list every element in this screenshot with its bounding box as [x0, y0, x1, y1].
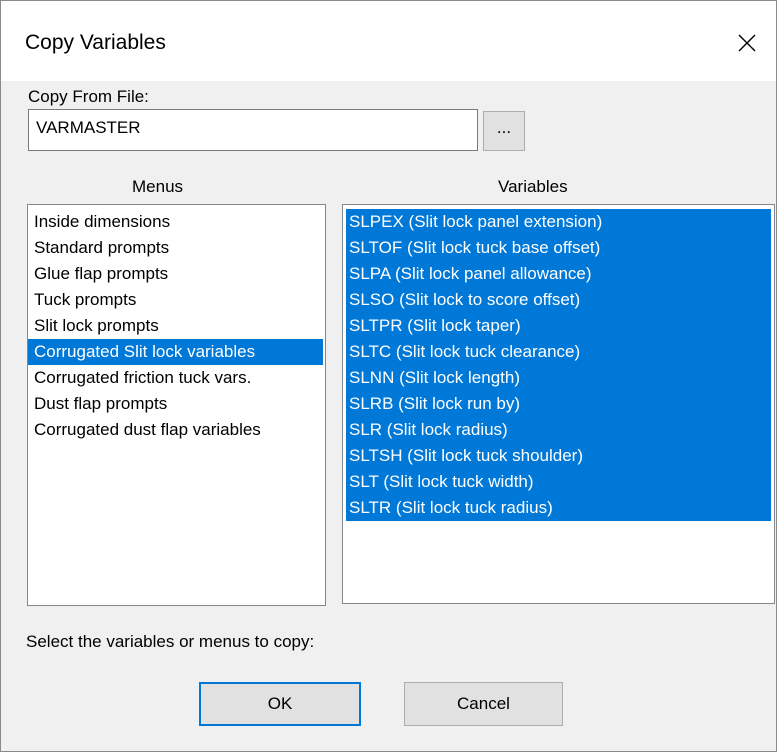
- menu-list-item[interactable]: Corrugated Slit lock variables: [28, 339, 323, 365]
- variable-list-item[interactable]: SLTPR (Slit lock taper): [346, 313, 771, 339]
- menus-listbox[interactable]: Inside dimensions Standard prompts Glue fl…: [27, 204, 326, 606]
- dialog-title: Copy Variables: [25, 31, 166, 54]
- variables-listbox[interactable]: SLPEX (Slit lock panel extension) SLTOF (…: [342, 204, 775, 604]
- variable-list-item[interactable]: SLPEX (Slit lock panel extension): [346, 209, 771, 235]
- variable-list-item[interactable]: SLTSH (Slit lock tuck shoulder): [346, 443, 771, 469]
- menu-list-item[interactable]: Corrugated friction tuck vars.: [28, 365, 325, 391]
- variable-list-item[interactable]: SLTR (Slit lock tuck radius): [346, 495, 771, 521]
- menu-list-item[interactable]: Tuck prompts: [28, 287, 325, 313]
- copy-variables-dialog: Copy Variables Copy From File: VARMASTER…: [0, 0, 777, 752]
- variable-list-item[interactable]: SLPA (Slit lock panel allowance): [346, 261, 771, 287]
- variable-list-item[interactable]: SLTC (Slit lock tuck clearance): [346, 339, 771, 365]
- menu-list-item[interactable]: Inside dimensions: [28, 209, 325, 235]
- variable-list-item[interactable]: SLRB (Slit lock run by): [346, 391, 771, 417]
- menu-list-item[interactable]: Standard prompts: [28, 235, 325, 261]
- close-icon: [738, 34, 756, 52]
- variable-list-item[interactable]: SLSO (Slit lock to score offset): [346, 287, 771, 313]
- ok-button[interactable]: OK: [199, 682, 361, 726]
- close-button[interactable]: [729, 25, 765, 61]
- variable-list-item[interactable]: SLTOF (Slit lock tuck base offset): [346, 235, 771, 261]
- copy-from-file-label: Copy From File:: [28, 87, 149, 106]
- variable-list-item[interactable]: SLT (Slit lock tuck width): [346, 469, 771, 495]
- browse-button[interactable]: ...: [483, 111, 525, 151]
- variables-header: Variables: [498, 177, 568, 196]
- variable-list-item[interactable]: SLR (Slit lock radius): [346, 417, 771, 443]
- menu-list-item[interactable]: Dust flap prompts: [28, 391, 325, 417]
- menu-list-item[interactable]: Slit lock prompts: [28, 313, 325, 339]
- instruction-text: Select the variables or menus to copy:: [26, 632, 315, 651]
- variable-list-item[interactable]: SLNN (Slit lock length): [346, 365, 771, 391]
- menu-list-item[interactable]: Glue flap prompts: [28, 261, 325, 287]
- cancel-button[interactable]: Cancel: [404, 682, 563, 726]
- title-bar: Copy Variables: [1, 1, 776, 81]
- file-name-field[interactable]: VARMASTER: [28, 109, 478, 151]
- menus-header: Menus: [132, 177, 184, 196]
- menu-list-item[interactable]: Corrugated dust flap variables: [28, 417, 325, 443]
